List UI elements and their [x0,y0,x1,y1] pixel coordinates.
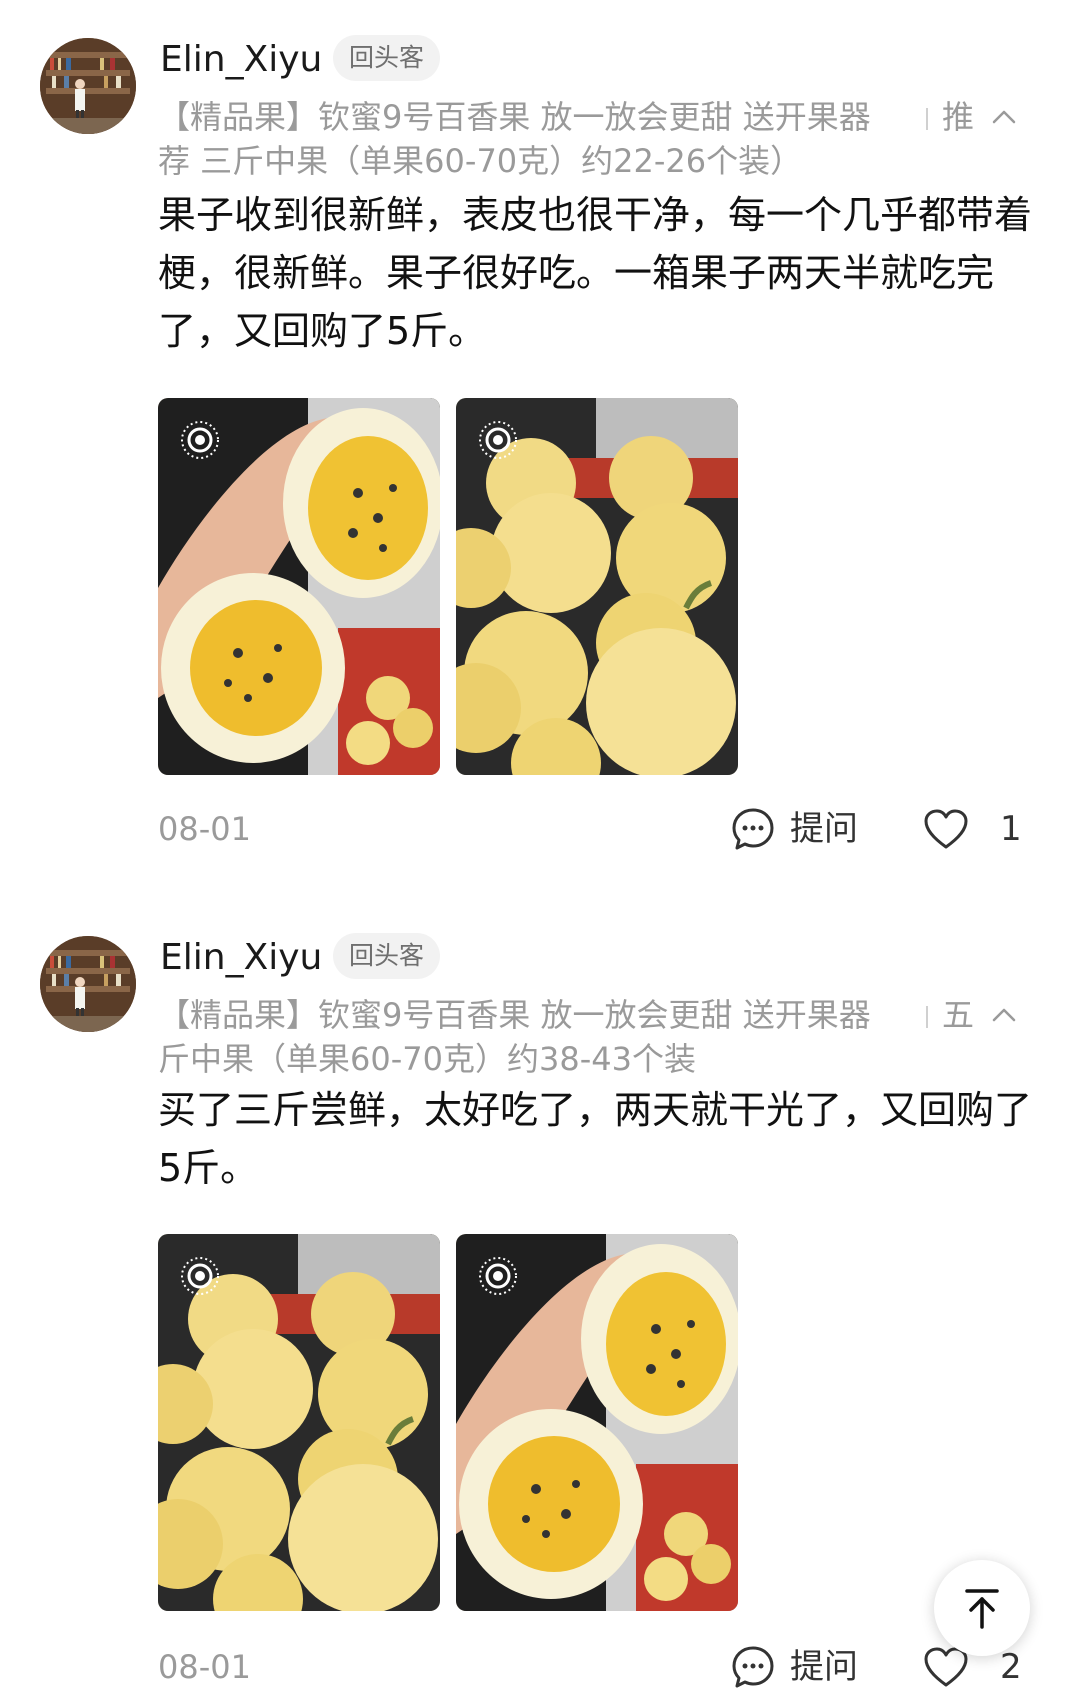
sku-line-1: 【精品果】钦蜜9号百香果 放一放会更甜 送开果器 [158,996,871,1034]
review-text: 买了三斤尝鲜，太好吃了，两天就干光了，又回购了5斤。 [158,1088,1033,1190]
sku-line-2: 斤中果（单果60-70克）约38-43个装 [158,1040,696,1078]
avatar-image [40,936,136,1032]
avatar[interactable] [40,936,136,1032]
sku-info[interactable]: 【精品果】钦蜜9号百香果 放一放会更甜 送开果器 五 斤中果（单果60-70克）… [158,993,1018,1081]
live-photo-icon [479,421,517,459]
review-text: 果子收到很新鲜，表皮也很干净，每一个几乎都带着梗，很新鲜。果子很好吃。一箱果子两… [158,193,1033,353]
avatar[interactable] [40,38,136,134]
chevron-up-icon[interactable] [990,1001,1018,1029]
arrow-up-to-top-icon [965,1589,999,1629]
avatar-image [40,38,136,134]
review-photo[interactable] [158,398,440,775]
sku-tail: 五 [884,993,974,1037]
username[interactable]: Elin_Xiyu [160,936,322,980]
chevron-up-icon[interactable] [990,103,1018,131]
review-photo[interactable] [456,1234,738,1611]
ask-button[interactable]: 提问 [730,1643,858,1691]
sku-info[interactable]: 【精品果】钦蜜9号百香果 放一放会更甜 送开果器 推 荐 三斤中果（单果60-7… [158,95,1018,183]
ask-label: 提问 [790,1647,858,1687]
divider [925,108,928,130]
live-photo-icon [181,421,219,459]
review-date: 08-01 [158,1648,251,1686]
review-photo[interactable] [158,1234,440,1611]
review-date: 08-01 [158,810,251,848]
ask-label: 提问 [790,809,858,849]
divider [925,1006,928,1028]
sku-tail: 推 [884,95,974,139]
username[interactable]: Elin_Xiyu [160,38,322,82]
repeat-customer-badge: 回头客 [333,933,441,979]
sku-line-2: 荐 三斤中果（单果60-70克）约22-26个装） [158,142,803,180]
ask-button[interactable]: 提问 [730,805,858,853]
chat-bubble-icon [732,808,774,850]
like-count: 1 [1000,809,1022,849]
like-button[interactable]: 1 [922,805,1022,853]
repeat-customer-badge: 回头客 [333,35,441,81]
live-photo-icon [181,1257,219,1295]
back-to-top-button[interactable] [934,1560,1030,1656]
live-photo-icon [479,1257,517,1295]
heart-icon [924,809,968,849]
chat-bubble-icon [732,1646,774,1688]
review-photo[interactable] [456,398,738,775]
sku-line-1: 【精品果】钦蜜9号百香果 放一放会更甜 送开果器 [158,98,871,136]
